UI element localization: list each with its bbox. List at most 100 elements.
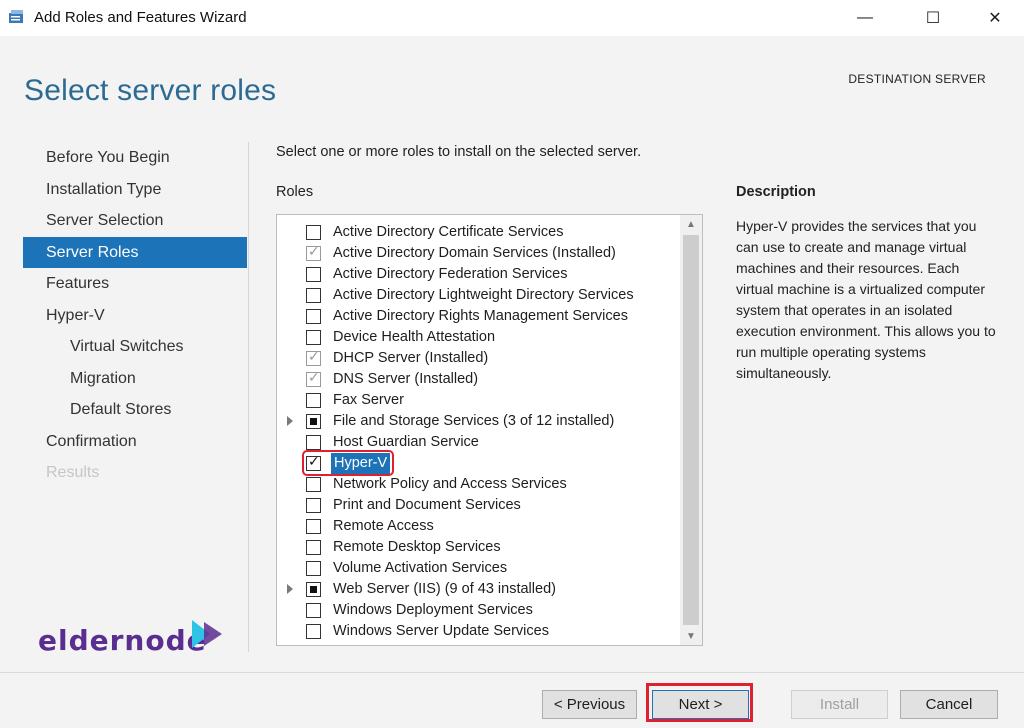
role-checkbox[interactable] [306,267,321,282]
role-label[interactable]: Print and Document Services [333,495,521,516]
nav-item-confirmation[interactable]: Confirmation [23,426,247,458]
role-label[interactable]: Device Health Attestation [333,327,495,348]
role-checkbox[interactable] [306,225,321,240]
roles-scrollbar[interactable]: ▲ ▼ [680,215,702,645]
role-row[interactable]: Device Health Attestation [277,327,677,348]
nav-item-server-roles[interactable]: Server Roles [23,236,247,268]
wizard-content: Before You Begin Installation Type Serve… [0,128,1024,672]
role-row[interactable]: Remote Access [277,516,677,537]
role-row[interactable]: Windows Server Update Services [277,621,677,642]
minimize-icon: — [857,9,873,26]
close-icon: ✕ [988,10,1002,27]
role-label[interactable]: Active Directory Domain Services (Instal… [333,243,616,264]
role-label[interactable]: Active Directory Federation Services [333,264,568,285]
wizard-header: Select server roles DESTINATION SERVER [0,36,1024,128]
role-row[interactable]: Network Policy and Access Services [277,474,677,495]
scroll-down-icon[interactable]: ▼ [680,627,702,645]
roles-list: Active Directory Certificate Services ✓ Ac… [277,222,677,642]
role-checkbox[interactable] [306,624,321,639]
nav-item-server-selection[interactable]: Server Selection [23,205,247,237]
role-row[interactable]: Active Directory Lightweight Directory S… [277,285,677,306]
role-row[interactable]: ✓ DHCP Server (Installed) [277,348,677,369]
maximize-icon: ☐ [925,10,941,27]
role-row[interactable]: File and Storage Services (3 of 12 insta… [277,411,677,432]
role-row[interactable]: Active Directory Federation Services [277,264,677,285]
role-row[interactable]: Print and Document Services [277,495,677,516]
role-row[interactable]: Web Server (IIS) (9 of 43 installed) [277,579,677,600]
maximize-button[interactable]: ☐ [910,0,956,36]
role-label[interactable]: DHCP Server (Installed) [333,348,488,369]
cancel-button[interactable]: Cancel [900,690,998,719]
role-row[interactable]: ✓ DNS Server (Installed) [277,369,677,390]
nav-item-installation-type[interactable]: Installation Type [23,174,247,206]
wizard-footer: < Previous Next > Install Cancel [0,672,1024,728]
checkmark-icon: ✓ [308,244,320,260]
server-manager-icon [9,10,23,23]
role-label[interactable]: Remote Access [333,516,434,537]
role-label[interactable]: Active Directory Rights Management Servi… [333,306,628,327]
eldernode-logo: eldernode [38,616,228,657]
scroll-up-icon[interactable]: ▲ [680,215,702,233]
expand-arrow-icon[interactable] [287,584,293,594]
close-button[interactable]: ✕ [972,0,1018,36]
role-checkbox[interactable]: ✓ [306,244,321,261]
role-label[interactable]: Windows Server Update Services [333,621,549,642]
role-row[interactable]: Active Directory Certificate Services [277,222,677,243]
role-checkbox[interactable] [306,477,321,492]
previous-button[interactable]: < Previous [542,690,637,719]
role-checkbox[interactable]: ✓ [306,370,321,387]
logo-play-icon [192,620,222,648]
role-label[interactable]: File and Storage Services (3 of 12 insta… [333,411,614,432]
hyper-v-highlight [302,450,394,476]
scroll-thumb[interactable] [683,235,699,625]
role-checkbox[interactable] [306,582,321,597]
description-heading: Description [736,184,816,200]
nav-item-features[interactable]: Features [23,268,247,300]
nav-item-default-stores[interactable]: Default Stores [23,394,247,426]
nav-item-virtual-switches[interactable]: Virtual Switches [23,331,247,363]
nav-item-before-you-begin[interactable]: Before You Begin [23,142,247,174]
role-label[interactable]: DNS Server (Installed) [333,369,478,390]
partial-check-icon [310,418,317,425]
checkmark-icon: ✓ [308,370,320,386]
roles-list-box[interactable]: Active Directory Certificate Services ✓ Ac… [276,214,703,646]
nav-item-results: Results [46,464,100,481]
roles-heading: Roles [276,184,314,200]
role-checkbox[interactable]: ✓ [306,349,321,366]
partial-check-icon [310,586,317,593]
role-checkbox[interactable] [306,540,321,555]
nav-divider [248,142,249,652]
minimize-button[interactable]: — [842,0,888,36]
role-checkbox[interactable] [306,519,321,534]
role-row[interactable]: ✓ Active Directory Domain Services (Insta… [277,243,677,264]
role-checkbox[interactable] [306,414,321,429]
title-bar: Add Roles and Features Wizard — ☐ ✕ [0,0,1024,36]
role-row[interactable]: Windows Deployment Services [277,600,677,621]
role-checkbox[interactable] [306,435,321,450]
role-label[interactable]: Active Directory Certificate Services [333,222,563,243]
role-label[interactable]: Web Server (IIS) (9 of 43 installed) [333,579,556,600]
role-label[interactable]: Active Directory Lightweight Directory S… [333,285,634,306]
role-checkbox[interactable] [306,330,321,345]
role-row[interactable]: Remote Desktop Services [277,537,677,558]
role-row[interactable]: Fax Server [277,390,677,411]
role-label[interactable]: Fax Server [333,390,404,411]
nav-item-hyper-v[interactable]: Hyper-V [23,300,247,332]
role-checkbox[interactable] [306,309,321,324]
expand-arrow-icon[interactable] [287,416,293,426]
role-label[interactable]: Windows Deployment Services [333,600,533,621]
role-checkbox[interactable] [306,498,321,513]
role-label[interactable]: Volume Activation Services [333,558,507,579]
nav-item-migration[interactable]: Migration [23,363,247,395]
wizard-nav: Before You Begin Installation Type Serve… [23,142,247,489]
window-title: Add Roles and Features Wizard [34,9,247,26]
instruction-text: Select one or more roles to install on t… [276,144,642,160]
role-label[interactable]: Remote Desktop Services [333,537,501,558]
role-checkbox[interactable] [306,603,321,618]
role-checkbox[interactable] [306,393,321,408]
role-checkbox[interactable] [306,288,321,303]
role-checkbox[interactable] [306,561,321,576]
role-row[interactable]: Volume Activation Services [277,558,677,579]
role-row[interactable]: Active Directory Rights Management Servi… [277,306,677,327]
role-label[interactable]: Network Policy and Access Services [333,474,567,495]
